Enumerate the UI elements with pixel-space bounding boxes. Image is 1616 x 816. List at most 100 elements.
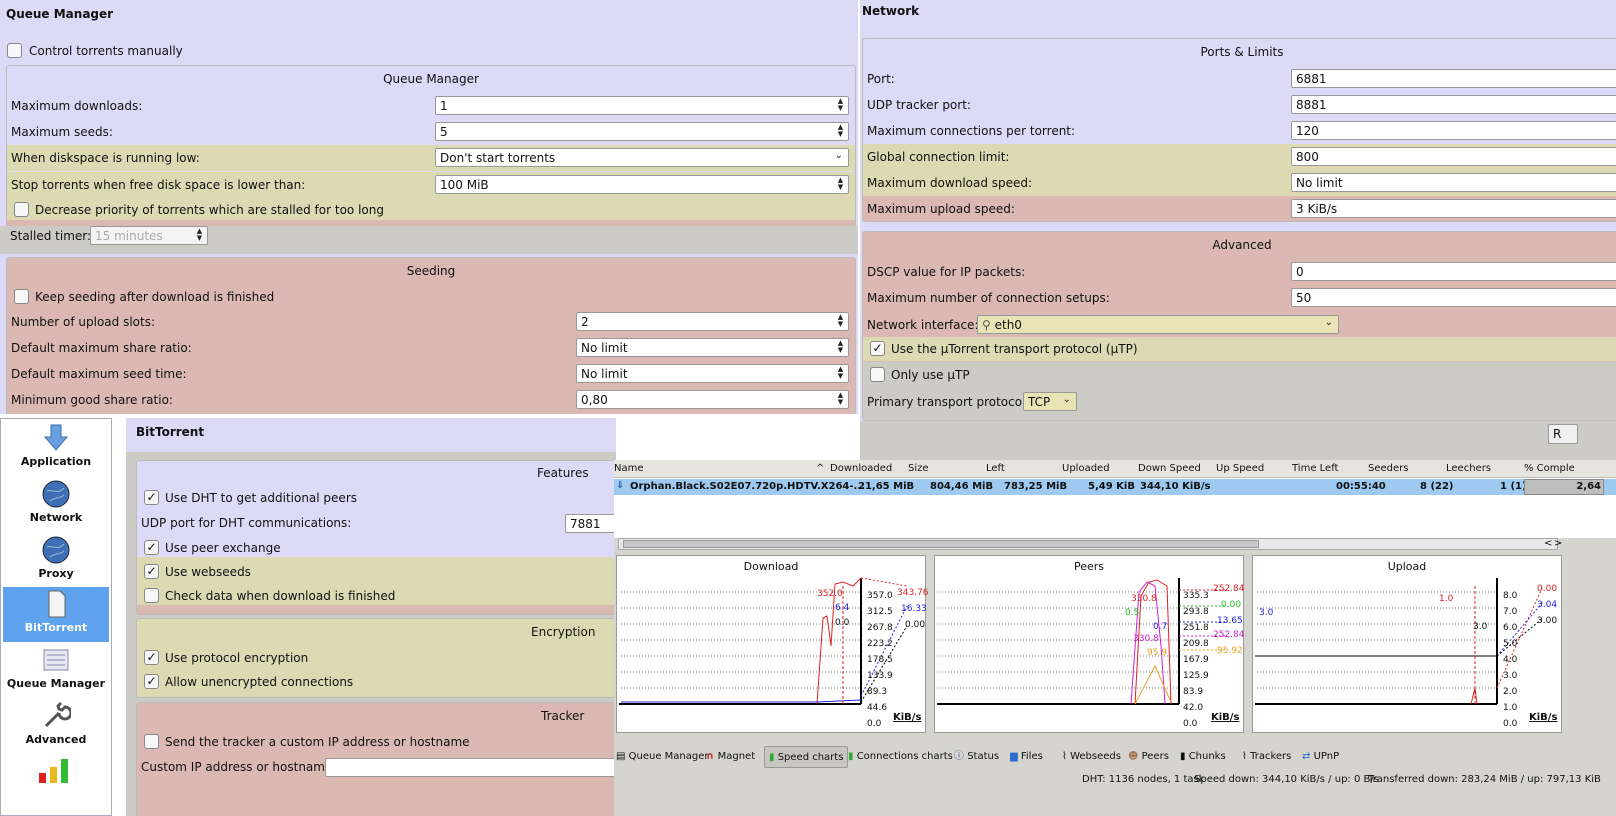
max-seeds-spinbox[interactable]: 5 ▲ ▼ bbox=[435, 122, 849, 141]
scroll-left-icon[interactable]: < bbox=[1544, 538, 1552, 549]
share-ratio-spinbox[interactable]: No limit ▲ ▼ bbox=[576, 338, 849, 357]
min-ratio-spinbox[interactable]: 0,80 ▲ ▼ bbox=[576, 390, 849, 409]
left-cell: 783,25 MiB bbox=[1004, 481, 1068, 492]
udp-port-input[interactable]: 8881 bbox=[1291, 95, 1616, 114]
max-connections-label: Maximum connections per torrent: bbox=[867, 124, 1076, 138]
max-upload-speed-input[interactable]: 3 KiB/s bbox=[1291, 199, 1616, 218]
dscp-input[interactable]: 0 bbox=[1291, 262, 1616, 281]
connection-setups-input[interactable]: 50 bbox=[1291, 288, 1616, 307]
edge-button[interactable]: R bbox=[1548, 424, 1578, 444]
check-data-checkbox[interactable] bbox=[144, 588, 159, 603]
primary-protocol-label: Primary transport protocol: bbox=[867, 395, 1030, 409]
column-header[interactable]: Left bbox=[986, 463, 1005, 474]
column-header[interactable]: Up Speed bbox=[1216, 463, 1264, 474]
use-utp-checkbox[interactable]: ✓ bbox=[870, 341, 885, 356]
tab-speed-charts[interactable]: ▮ Speed charts bbox=[764, 746, 849, 768]
list-header: Name ^ Downloaded Size Left Uploaded Dow… bbox=[614, 460, 1616, 478]
queue-icon: ▤ bbox=[616, 751, 629, 762]
peer-exchange-checkbox[interactable]: ✓ bbox=[144, 540, 159, 555]
protocol-encryption-checkbox[interactable]: ✓ bbox=[144, 650, 159, 665]
custom-ip-label: Send the tracker a custom IP address or … bbox=[165, 735, 470, 749]
tab-status[interactable]: ⓘ Status bbox=[954, 746, 999, 768]
status-transferred: Transferred down: 283,24 MiB / up: 797,1… bbox=[1368, 774, 1601, 785]
column-header[interactable]: Uploaded bbox=[1062, 463, 1110, 474]
primary-protocol-dropdown[interactable]: TCP ⌄ bbox=[1023, 392, 1077, 411]
group-title: Ports & Limits bbox=[1200, 45, 1284, 59]
column-header[interactable]: Seeders bbox=[1368, 463, 1408, 474]
scrollbar-thumb[interactable] bbox=[623, 540, 1259, 548]
sidebar-item-proxy[interactable]: Proxy bbox=[3, 533, 109, 588]
annotation: 0.5 bbox=[1125, 608, 1140, 618]
custom-ip-checkbox[interactable] bbox=[144, 734, 159, 749]
tab-connections-charts[interactable]: ▮ Connections charts bbox=[848, 746, 953, 768]
webseeds-label: Use webseeds bbox=[165, 565, 251, 579]
column-header[interactable]: Down Speed bbox=[1138, 463, 1201, 474]
tab-peers[interactable]: ☻ Peers bbox=[1128, 746, 1169, 768]
tab-trackers[interactable]: ⌇ Trackers bbox=[1242, 746, 1291, 768]
legend-value: 252.84 bbox=[1213, 630, 1245, 640]
tab-webseeds[interactable]: ⌇ Webseeds bbox=[1062, 746, 1121, 768]
leechers-cell: 1 (1) bbox=[1500, 481, 1527, 492]
webseeds-checkbox[interactable]: ✓ bbox=[144, 564, 159, 579]
stalled-timer-spinbox[interactable]: 15 minutes ▲ ▼ bbox=[90, 226, 208, 245]
max-upload-speed-label: Maximum upload speed: bbox=[867, 202, 1015, 216]
sidebar-item-network[interactable]: Network bbox=[3, 477, 109, 532]
tracker-group: Tracker Send the tracker a custom IP add… bbox=[136, 702, 616, 816]
custom-host-input[interactable] bbox=[325, 758, 616, 777]
unencrypted-checkbox[interactable]: ✓ bbox=[144, 674, 159, 689]
network-plug-icon: ⚲ bbox=[982, 318, 995, 332]
tab-files[interactable]: ▆ Files bbox=[1010, 746, 1043, 768]
legend-value: 3.04 bbox=[1537, 600, 1558, 610]
tab-chunks[interactable]: ▮ Chunks bbox=[1180, 746, 1226, 768]
sort-icon: ^ bbox=[816, 463, 825, 474]
column-header[interactable]: Downloaded bbox=[830, 463, 892, 474]
down-speed-cell: 344,10 KiB/s bbox=[1140, 481, 1211, 492]
keep-seeding-checkbox[interactable] bbox=[14, 289, 29, 304]
legend-value: 95.92 bbox=[1217, 646, 1243, 656]
network-icon: ⇄ bbox=[1302, 751, 1314, 762]
magnet-icon: ∩ bbox=[706, 751, 718, 762]
seed-time-spinbox[interactable]: No limit ▲ ▼ bbox=[576, 364, 849, 383]
dht-port-input[interactable]: 7881 bbox=[565, 514, 616, 533]
group-title: Queue Manager bbox=[383, 72, 479, 86]
only-utp-checkbox[interactable] bbox=[870, 367, 885, 382]
sidebar-item-bittorrent[interactable]: BitTorrent bbox=[3, 587, 109, 642]
control-manually-checkbox[interactable] bbox=[7, 43, 22, 58]
uploaded-cell: 5,49 KiB bbox=[1088, 481, 1135, 492]
diskspace-dropdown[interactable]: Don't start torrents ⌄ bbox=[435, 148, 849, 167]
table-row[interactable]: ⇓ Orphan.Black.S02E07.720p.HDTV.X264-...… bbox=[614, 479, 1616, 495]
dht-checkbox[interactable]: ✓ bbox=[144, 490, 159, 505]
share-ratio-label: Default maximum share ratio: bbox=[11, 341, 192, 355]
decrease-priority-checkbox[interactable] bbox=[14, 202, 29, 217]
tab-upnp[interactable]: ⇄ UPnP bbox=[1302, 746, 1339, 768]
seeding-group: Seeding Keep seeding after download is f… bbox=[6, 257, 856, 414]
global-limit-input[interactable]: 800 bbox=[1291, 147, 1616, 166]
horizontal-scrollbar[interactable] bbox=[618, 538, 1558, 550]
column-header[interactable]: Name bbox=[614, 463, 644, 474]
column-header[interactable]: Size bbox=[908, 463, 929, 474]
use-utp-label: Use the µTorrent transport protocol (µTP… bbox=[891, 342, 1138, 356]
annotation: 3.0 bbox=[1259, 608, 1274, 618]
sidebar-item-application[interactable]: Application bbox=[3, 421, 109, 476]
stop-torrents-spinbox[interactable]: 100 MiB ▲ ▼ bbox=[435, 175, 849, 194]
grid bbox=[1257, 591, 1497, 689]
upload-slots-spinbox[interactable]: 2 ▲ ▼ bbox=[576, 312, 849, 331]
annotation: 95.9 bbox=[1147, 648, 1168, 658]
column-header[interactable]: % Comple bbox=[1524, 463, 1575, 474]
column-header[interactable]: Leechers bbox=[1446, 463, 1491, 474]
max-download-speed-input[interactable]: No limit bbox=[1291, 173, 1616, 192]
torrent-status-icon: ⇓ bbox=[616, 480, 625, 491]
max-downloads-label: Maximum downloads: bbox=[11, 99, 143, 113]
network-interface-dropdown[interactable]: ⚲ eth0 ⌄ bbox=[977, 315, 1339, 334]
port-input[interactable]: 6881 bbox=[1291, 69, 1616, 88]
scroll-right-icon[interactable]: > bbox=[1554, 538, 1562, 549]
connection-setups-label: Maximum number of connection setups: bbox=[867, 291, 1110, 305]
column-header[interactable]: Time Left bbox=[1292, 463, 1338, 474]
tab-magnet[interactable]: ∩ Magnet bbox=[706, 746, 755, 768]
max-downloads-spinbox[interactable]: 1 ▲ ▼ bbox=[435, 96, 849, 115]
tab-queue-manager[interactable]: ▤ Queue Manager bbox=[616, 746, 709, 768]
sidebar-item-queue-manager[interactable]: Queue Manager bbox=[3, 643, 109, 698]
chart-title: Peers bbox=[1073, 560, 1105, 573]
sidebar-item-advanced[interactable]: Advanced bbox=[3, 699, 109, 754]
max-connections-input[interactable]: 120 bbox=[1291, 121, 1616, 140]
